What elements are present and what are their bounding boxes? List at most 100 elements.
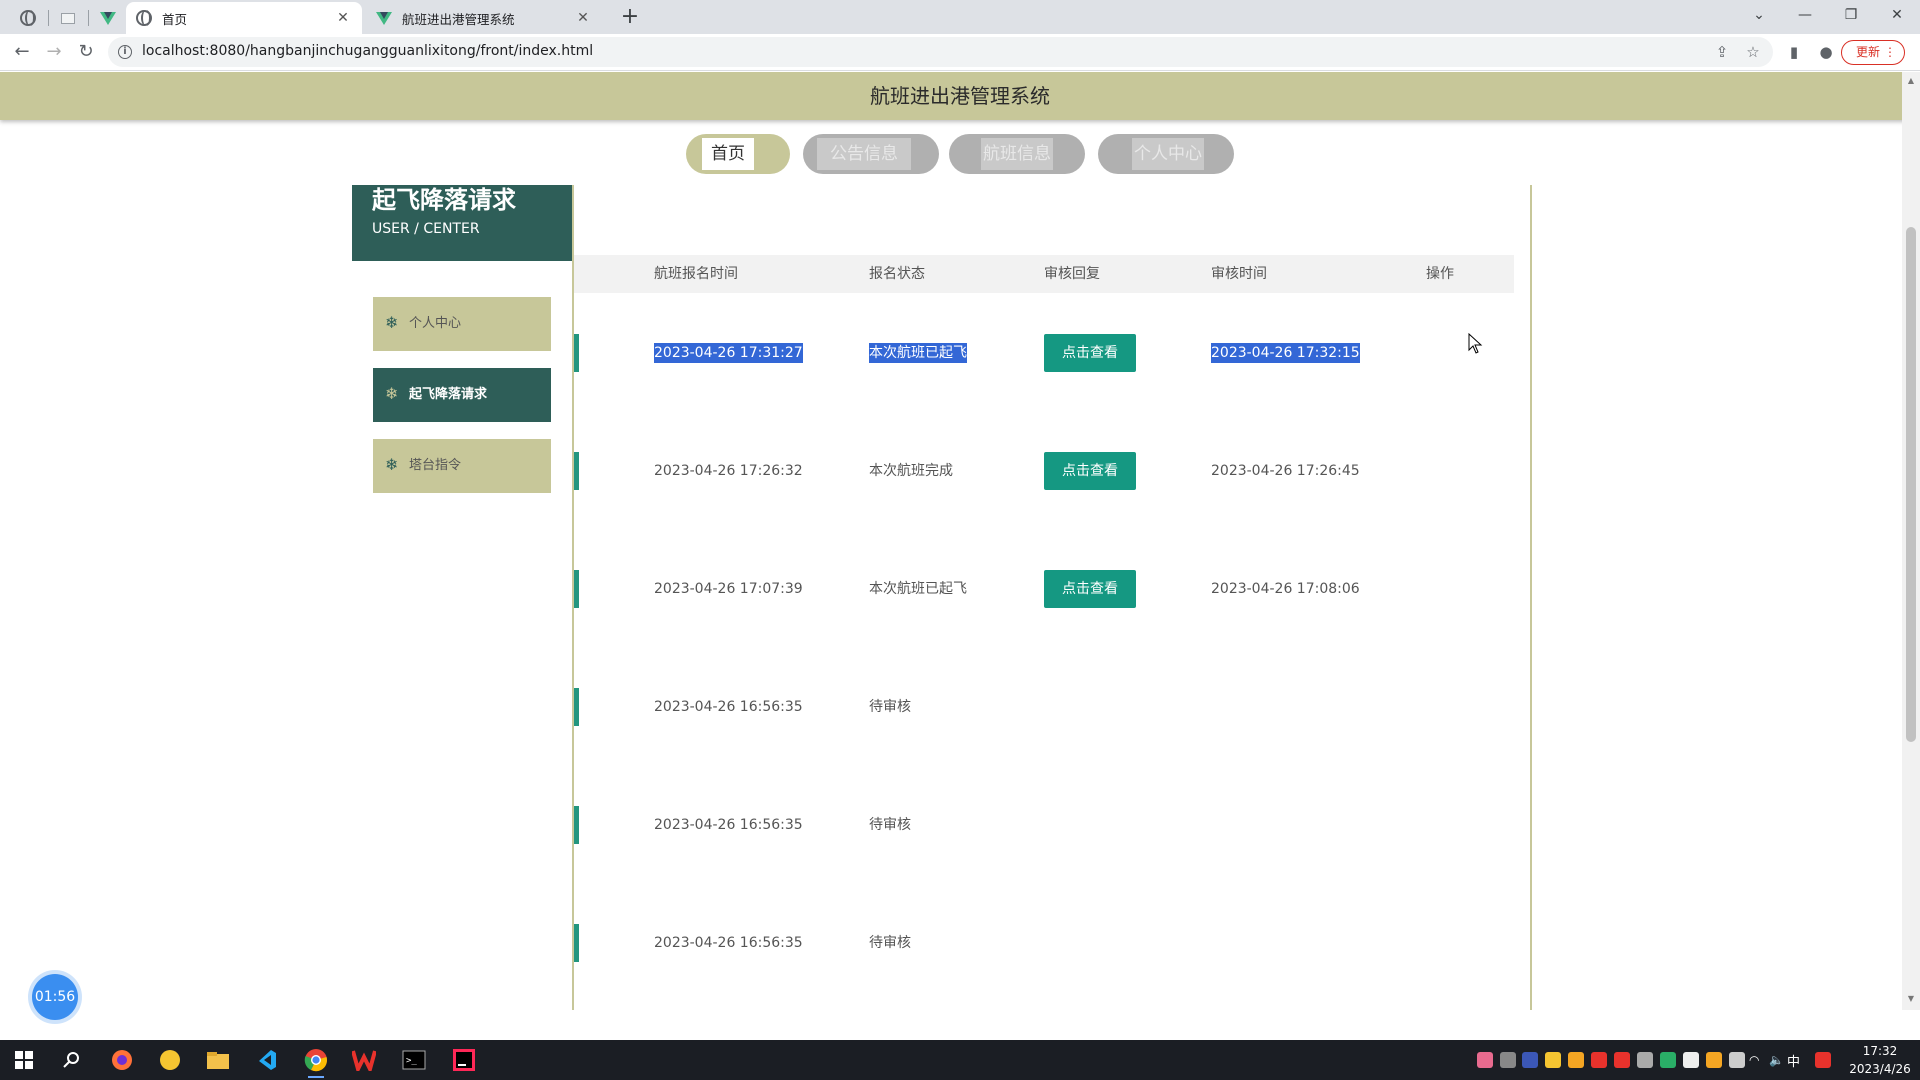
tray-app-icon[interactable] <box>1815 1052 1831 1068</box>
window-close-icon[interactable]: ✕ <box>1874 0 1920 30</box>
pinned-tab-vue[interactable] <box>94 4 122 32</box>
sidebar-item-label: 起飞降落请求 <box>409 387 488 402</box>
wifi-icon[interactable]: ◠ <box>1749 1052 1765 1068</box>
nav-home[interactable]: 首页 <box>686 134 790 174</box>
terminal-icon[interactable]: >_ <box>394 1044 434 1076</box>
share-icon[interactable]: ⇪ <box>1711 41 1733 63</box>
snowflake-icon: ❄ <box>385 455 399 474</box>
clock-time: 17:32 <box>1862 1044 1898 1058</box>
table-row[interactable]: 2023-04-26 17:26:32 本次航班完成 点击查看 2023-04-… <box>574 451 1514 491</box>
chrome-icon[interactable] <box>296 1044 336 1078</box>
intellij-icon[interactable] <box>444 1044 484 1076</box>
tab-separator <box>48 10 49 26</box>
pinned-tab-globe[interactable] <box>14 4 42 32</box>
snowflake-icon: ❄ <box>385 384 399 403</box>
nav-label: 个人中心 <box>1132 138 1204 170</box>
tray-app-icon[interactable] <box>1522 1052 1538 1068</box>
ime-indicator[interactable]: 中 <box>1787 1051 1800 1070</box>
battery-icon[interactable] <box>1729 1052 1745 1068</box>
address-bar[interactable]: i localhost:8080/hangbanjinchugangguanli… <box>108 37 1773 67</box>
row-marker <box>574 452 579 490</box>
audit-time: 2023-04-26 17:08:06 <box>1211 581 1360 597</box>
tray-app-icon[interactable] <box>1568 1052 1584 1068</box>
nav-profile[interactable]: 个人中心 <box>1098 134 1234 174</box>
info-icon[interactable]: i <box>118 45 132 59</box>
tab-home[interactable]: 首页 ✕ <box>126 2 362 34</box>
scroll-down-icon[interactable]: ▼ <box>1906 994 1916 1004</box>
app-yellow-icon[interactable] <box>150 1044 190 1076</box>
tray-app-icon[interactable] <box>1500 1052 1516 1068</box>
table-row[interactable]: 2023-04-26 16:56:35 待审核 <box>574 923 1514 963</box>
status-text: 待审核 <box>869 935 911 951</box>
nav-label: 公告信息 <box>817 138 911 170</box>
blank-page-icon <box>61 12 75 24</box>
request-table: 航班报名时间 报名状态 审核回复 审核时间 操作 2023-04-26 17:3… <box>572 185 1532 1010</box>
volume-icon[interactable]: 🔈 <box>1769 1052 1785 1068</box>
firefox-icon[interactable] <box>102 1044 142 1076</box>
table-row[interactable]: 2023-04-26 17:31:27 本次航班已起飞 点击查看 2023-04… <box>574 333 1514 373</box>
view-reply-button[interactable]: 点击查看 <box>1044 570 1136 608</box>
vue-icon <box>100 11 116 25</box>
tray-app-icon[interactable] <box>1706 1052 1722 1068</box>
tray-app-icon[interactable] <box>1477 1052 1493 1068</box>
main-nav: 首页 公告信息 航班信息 个人中心 <box>0 134 1920 176</box>
search-icon[interactable] <box>52 1044 92 1076</box>
windows-start-icon[interactable] <box>4 1044 44 1076</box>
star-icon[interactable]: ☆ <box>1742 41 1764 63</box>
audit-time: 2023-04-26 17:32:15 <box>1211 343 1360 363</box>
table-row[interactable]: 2023-04-26 17:07:39 本次航班已起飞 点击查看 2023-04… <box>574 569 1514 609</box>
table-row[interactable]: 2023-04-26 16:56:35 待审核 <box>574 805 1514 845</box>
floating-timer[interactable]: 01:56 <box>32 974 78 1020</box>
mouse-cursor-icon <box>1468 333 1483 354</box>
minimize-icon[interactable]: — <box>1782 0 1828 30</box>
tray-app-icon[interactable] <box>1637 1052 1653 1068</box>
header-cell: 审核回复 <box>1044 266 1100 282</box>
close-icon[interactable]: ✕ <box>334 9 352 27</box>
header-cell: 操作 <box>1426 266 1454 282</box>
back-arrow-icon[interactable]: ← <box>8 38 36 66</box>
vue-icon <box>376 11 392 25</box>
nav-announcements[interactable]: 公告信息 <box>803 134 939 174</box>
tray-app-icon[interactable] <box>1683 1052 1699 1068</box>
new-tab-button[interactable]: + <box>616 4 644 32</box>
system-clock[interactable]: 17:32 2023/4/26 <box>1840 1042 1920 1078</box>
sidebar-subtitle: USER / CENTER <box>372 221 480 237</box>
signup-time: 2023-04-26 17:07:39 <box>654 581 803 597</box>
scroll-up-icon[interactable]: ▲ <box>1906 76 1916 86</box>
row-marker <box>574 334 579 372</box>
sidebar-item-profile[interactable]: ❄ 个人中心 <box>373 297 551 351</box>
tray-app-icon[interactable] <box>1545 1052 1561 1068</box>
sidebar-header: 起飞降落请求 USER / CENTER <box>352 185 572 261</box>
close-icon[interactable]: ✕ <box>574 9 592 27</box>
globe-icon <box>136 10 152 26</box>
profile-icon[interactable]: ● <box>1814 40 1838 64</box>
tray-app-icon[interactable] <box>1591 1052 1607 1068</box>
view-reply-button[interactable]: 点击查看 <box>1044 334 1136 372</box>
pinned-tab-blank[interactable] <box>54 4 82 32</box>
tab-system[interactable]: 航班进出港管理系统 ✕ <box>366 2 602 34</box>
site-title: 航班进出港管理系统 <box>870 84 1050 108</box>
file-explorer-icon[interactable] <box>198 1044 238 1076</box>
wps-icon[interactable] <box>344 1044 384 1076</box>
forward-arrow-icon[interactable]: → <box>40 38 68 66</box>
scroll-thumb[interactable] <box>1906 227 1916 742</box>
tab-search-icon[interactable]: ⌄ <box>1736 0 1782 30</box>
sidebar-item-requests[interactable]: ❄ 起飞降落请求 <box>373 368 551 422</box>
more-icon: ⋮ <box>1884 45 1896 59</box>
update-button[interactable]: 更新 ⋮ <box>1841 40 1905 65</box>
nav-flights[interactable]: 航班信息 <box>949 134 1085 174</box>
vscode-icon[interactable] <box>246 1044 286 1076</box>
update-label: 更新 <box>1856 45 1881 59</box>
restore-icon[interactable]: ❐ <box>1828 0 1874 30</box>
table-row[interactable]: 2023-04-26 16:56:35 待审核 <box>574 687 1514 727</box>
table-header: 航班报名时间 报名状态 审核回复 审核时间 操作 <box>574 255 1514 293</box>
tray-app-icon[interactable] <box>1614 1052 1630 1068</box>
view-reply-button[interactable]: 点击查看 <box>1044 452 1136 490</box>
reload-icon[interactable]: ↻ <box>72 38 100 66</box>
wechat-icon[interactable] <box>1660 1052 1676 1068</box>
page-scrollbar[interactable]: ▲ ▼ <box>1902 72 1920 1010</box>
sidebar-title: 起飞降落请求 <box>372 186 516 214</box>
url-text[interactable]: localhost:8080/hangbanjinchugangguanlixi… <box>142 43 593 59</box>
sidebar-item-tower[interactable]: ❄ 塔台指令 <box>373 439 551 493</box>
side-panel-icon[interactable]: ▮ <box>1782 40 1806 64</box>
